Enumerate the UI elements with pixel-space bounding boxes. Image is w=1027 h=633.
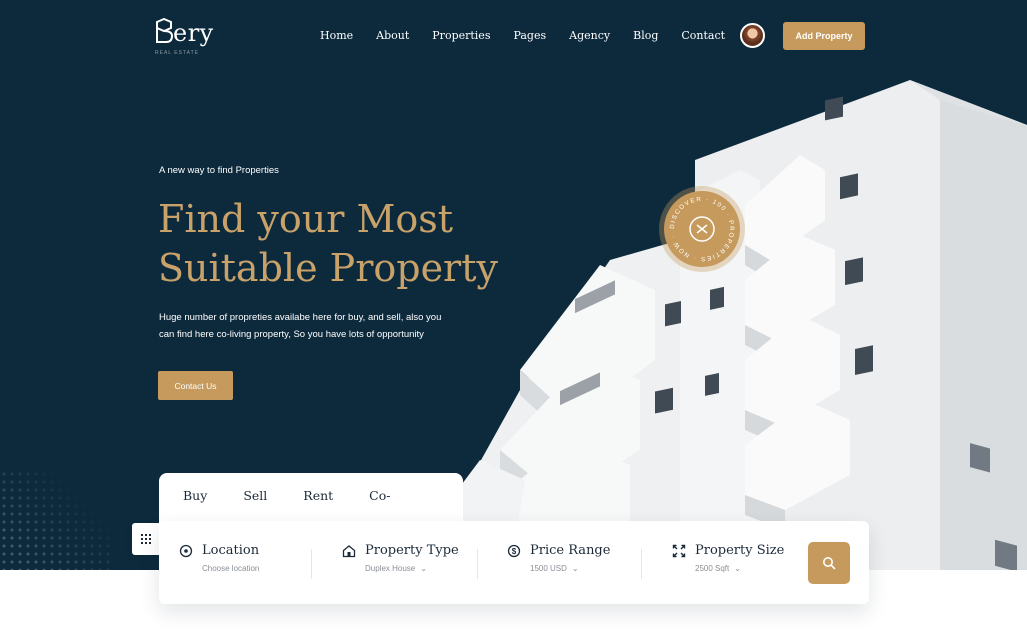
contact-us-button[interactable]: Contact Us [158, 371, 233, 400]
price-range-text: 1500 USD [530, 564, 567, 573]
logo[interactable]: ery REAL ESTATE [155, 18, 214, 56]
headline-line-2: Suitable Property [158, 246, 498, 290]
dots-pattern [0, 470, 110, 570]
headline-line-1: Find your Most [158, 197, 454, 241]
search-icon [823, 557, 836, 570]
grid-handle-icon[interactable] [132, 523, 160, 555]
divider [477, 549, 478, 579]
tab-rent[interactable]: Rent [303, 473, 333, 523]
main-nav: Home About Properties Pages Agency Blog … [320, 29, 748, 43]
home-icon [342, 544, 356, 557]
divider [311, 549, 312, 579]
hero-headline: Find your Most Suitable Property [158, 195, 498, 293]
nav-pages[interactable]: Pages [513, 29, 546, 43]
location-label: Location [202, 543, 260, 558]
chevron-down-icon: ⌄ [734, 564, 741, 573]
discover-badge[interactable]: DISCOVER · 100 · PROPERTIES · NOW · [658, 185, 746, 273]
user-avatar[interactable] [740, 23, 765, 48]
property-type-text: Duplex House [365, 564, 416, 573]
property-type-value: Duplex House ⌄ [342, 564, 459, 573]
location-pin-icon [179, 544, 193, 557]
property-type-field[interactable]: Property Type Duplex House ⌄ [342, 543, 459, 573]
dollar-icon: $ [507, 544, 521, 557]
price-range-label: Price Range [530, 543, 611, 558]
expand-icon [672, 544, 686, 557]
description-line-2: can find here co-living property, So you… [159, 329, 424, 340]
search-panel: Location Choose location Property Type D… [159, 521, 869, 604]
hero-section [0, 0, 1027, 570]
description-line-1: Huge number of propreties availabe here … [159, 312, 442, 323]
price-range-value: 1500 USD ⌄ [507, 564, 610, 573]
svg-text:$: $ [512, 547, 517, 556]
nav-contact[interactable]: Contact [681, 29, 725, 43]
hero-eyebrow: A new way to find Properties [159, 165, 279, 176]
nav-about[interactable]: About [376, 29, 409, 43]
search-tabs: Buy Sell Rent Co-Living [159, 473, 463, 549]
tab-sell[interactable]: Sell [243, 473, 267, 523]
chevron-down-icon: ⌄ [420, 564, 427, 573]
logo-house-icon [156, 18, 173, 43]
nav-home[interactable]: Home [320, 29, 353, 43]
location-field[interactable]: Location Choose location [179, 543, 259, 573]
nav-blog[interactable]: Blog [633, 29, 658, 43]
price-range-field[interactable]: $ Price Range 1500 USD ⌄ [507, 543, 610, 573]
property-size-field[interactable]: Property Size 2500 Sqft ⌄ [672, 543, 784, 573]
tab-co-living[interactable]: Co-Living [369, 473, 427, 549]
hero-description: Huge number of propreties availabe here … [159, 309, 504, 343]
add-property-button[interactable]: Add Property [783, 22, 865, 50]
logo-text: ery [173, 19, 214, 47]
logo-tagline: REAL ESTATE [155, 50, 199, 56]
chevron-down-icon: ⌄ [571, 564, 579, 573]
property-type-label: Property Type [365, 543, 459, 558]
search-button[interactable] [808, 542, 850, 584]
location-value: Choose location [202, 564, 260, 573]
property-size-text: 2500 Sqft [695, 564, 730, 573]
property-size-value: 2500 Sqft ⌄ [672, 564, 784, 573]
tab-buy[interactable]: Buy [176, 473, 218, 523]
nav-agency[interactable]: Agency [569, 29, 610, 43]
nav-properties[interactable]: Properties [432, 29, 490, 43]
property-size-label: Property Size [695, 543, 785, 558]
divider [641, 549, 642, 579]
